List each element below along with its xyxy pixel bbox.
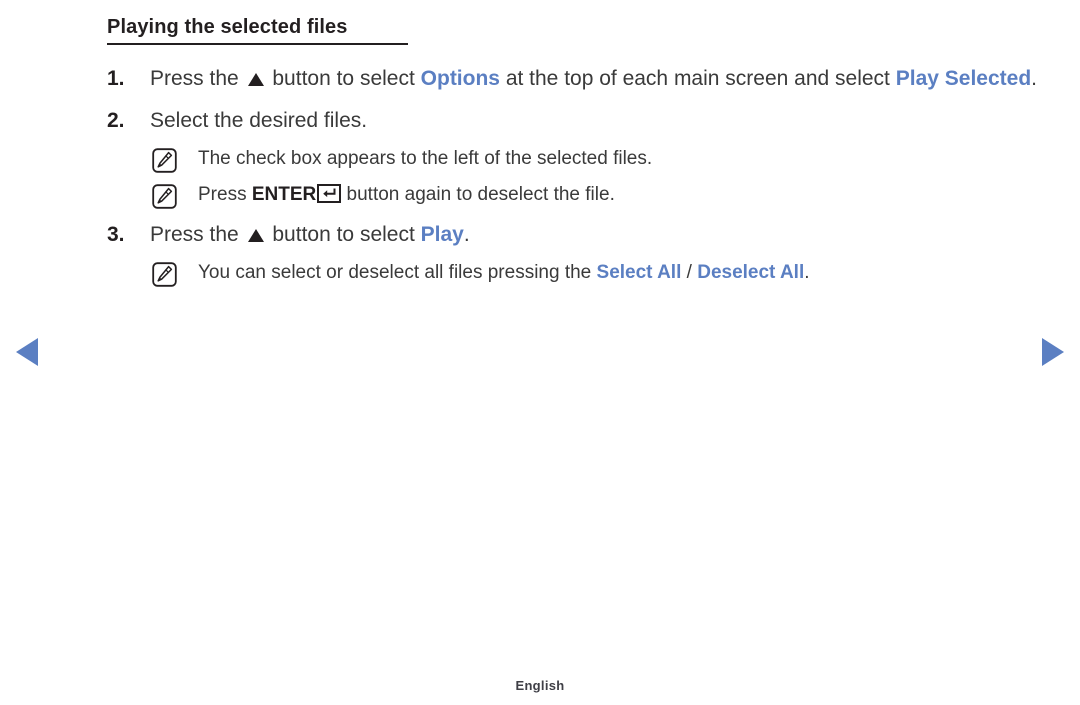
instruction-list: 1. Press the button to select Options at… <box>0 62 1080 288</box>
step-text-part: . <box>1031 67 1037 90</box>
keyword-select-all[interactable]: Select All <box>597 262 682 283</box>
note-pencil-icon <box>152 262 177 287</box>
step-text-part: button to select <box>266 223 421 246</box>
note-text-prefix: Press <box>198 184 252 205</box>
note-text-prefix: You can select or deselect all files pre… <box>198 262 597 283</box>
return-arrow-icon <box>317 184 342 203</box>
note-pencil-icon <box>152 184 177 209</box>
next-page-arrow-icon[interactable] <box>1042 338 1064 366</box>
triangle-up-icon <box>247 73 264 86</box>
step-text: Press the button to select Options at th… <box>150 62 1080 96</box>
step-text-part: button to select <box>266 67 421 90</box>
footer-language-label: English <box>515 678 565 693</box>
list-item-step-2: 2. Select the desired files. <box>0 104 1080 138</box>
manual-page: Playing the selected files 1. Press the … <box>0 0 1080 705</box>
step-text-part: . <box>463 223 470 246</box>
keyword-deselect-all[interactable]: Deselect All <box>697 262 804 283</box>
page-title-container: Playing the selected files <box>107 14 967 44</box>
triangle-up-icon <box>247 229 264 242</box>
step-text-part: Press the <box>150 223 245 246</box>
note-enter-button: Press ENTER button again to deselect the… <box>0 179 1080 210</box>
note-pencil-icon <box>152 148 177 173</box>
list-item-step-1: 1. Press the button to select Options at… <box>0 62 1080 96</box>
page-title: Playing the selected files <box>107 16 348 38</box>
note-text: The check box appears to the left of the… <box>198 148 653 169</box>
step-text-part: Press the <box>150 67 245 90</box>
note-text-suffix: . <box>804 262 810 283</box>
step-number: 2. <box>107 109 125 132</box>
note-checkbox: The check box appears to the left of the… <box>0 143 1080 174</box>
note-text: You can select or deselect all files pre… <box>198 257 1080 288</box>
keyword-options[interactable]: Options <box>421 67 500 90</box>
step-text: Select the desired files. <box>150 109 368 132</box>
step-number: 3. <box>107 223 125 246</box>
note-text: Press ENTER button again to deselect the… <box>198 179 1080 210</box>
title-underline-rule <box>107 43 408 45</box>
previous-page-arrow-icon[interactable] <box>16 338 38 366</box>
list-item-step-3: 3. Press the button to select Play. <box>0 218 1080 252</box>
enter-key-label: ENTER <box>251 184 317 205</box>
step-text-part: at the top of each main screen and selec… <box>499 67 896 90</box>
step-number: 1. <box>107 67 125 90</box>
note-text-suffix: button again to deselect the file. <box>341 184 615 205</box>
step-text: Press the button to select Play. <box>150 218 1080 252</box>
note-select-all: You can select or deselect all files pre… <box>0 257 1080 288</box>
keyword-separator: / <box>681 262 698 283</box>
keyword-play-selected[interactable]: Play Selected <box>896 67 1031 90</box>
keyword-play[interactable]: Play <box>421 223 464 246</box>
